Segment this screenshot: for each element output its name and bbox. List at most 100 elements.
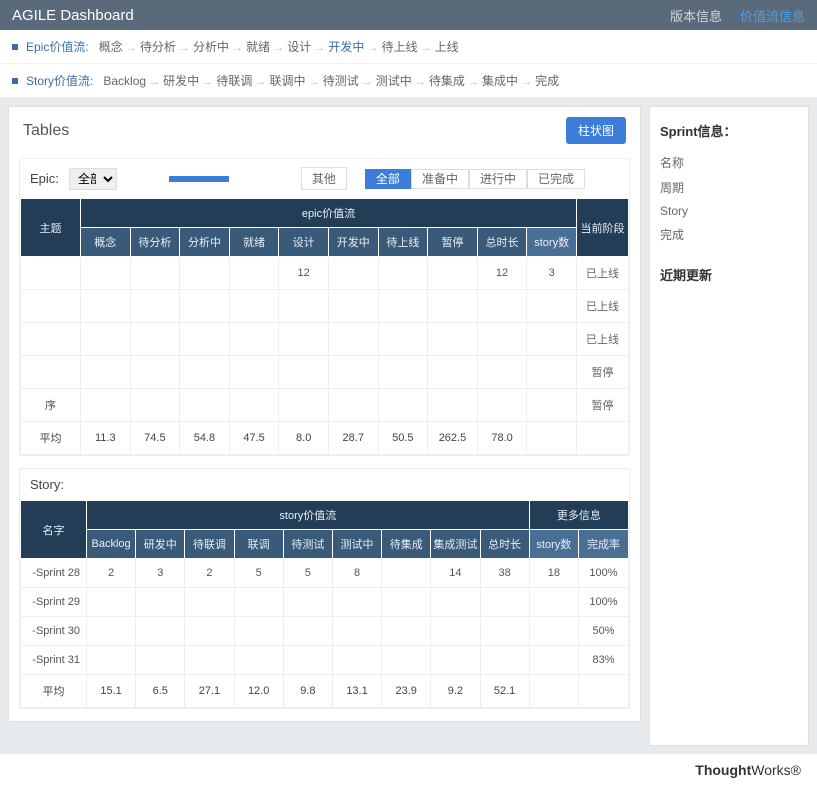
cell bbox=[529, 646, 578, 675]
cell bbox=[480, 617, 529, 646]
arrow-icon: → bbox=[418, 42, 435, 54]
cell: 2 bbox=[185, 559, 234, 588]
th-col: 待上线 bbox=[378, 228, 428, 257]
cell: 13.1 bbox=[332, 675, 381, 708]
cell-state: 已上线 bbox=[577, 257, 629, 290]
table-row[interactable]: 已上线 bbox=[21, 323, 629, 356]
flow-step[interactable]: 设计 bbox=[287, 40, 311, 54]
th-col: 待分析 bbox=[130, 228, 180, 257]
epic-table: 主题 epic价值流 当前阶段 概念待分析分析中就绪设计开发中待上线暂停总时长s… bbox=[20, 198, 629, 455]
flow-step[interactable]: 待上线 bbox=[382, 40, 418, 54]
cell: 9.2 bbox=[431, 675, 480, 708]
flow-step[interactable]: 分析中 bbox=[193, 40, 229, 54]
arrow-icon: → bbox=[465, 76, 482, 88]
table-row[interactable]: 已上线 bbox=[21, 290, 629, 323]
cell bbox=[136, 646, 185, 675]
flow-step[interactable]: 概念 bbox=[99, 40, 123, 54]
cell-name bbox=[21, 257, 81, 290]
flow-step[interactable]: 就绪 bbox=[246, 40, 270, 54]
chart-button[interactable]: 柱状图 bbox=[566, 117, 626, 144]
arrow-icon: → bbox=[311, 42, 328, 54]
cell bbox=[81, 389, 131, 422]
cell: 47.5 bbox=[229, 422, 279, 455]
table-row[interactable]: -Sprint 29100% bbox=[21, 588, 629, 617]
cell bbox=[136, 617, 185, 646]
flow-step[interactable]: 待集成 bbox=[429, 74, 465, 88]
sidebar: Sprint信息： 名称周期Story完成 近期更新 bbox=[649, 106, 809, 746]
th-col: 总时长 bbox=[480, 530, 529, 559]
cell bbox=[279, 389, 329, 422]
cell: 262.5 bbox=[428, 422, 478, 455]
cell: 74.5 bbox=[130, 422, 180, 455]
epic-filter-tab[interactable]: 已完成 bbox=[527, 169, 585, 189]
table-row[interactable]: 序暂停 bbox=[21, 389, 629, 422]
cell bbox=[477, 356, 527, 389]
flow-step[interactable]: 测试中 bbox=[376, 74, 412, 88]
cell bbox=[87, 588, 136, 617]
cell bbox=[185, 588, 234, 617]
cell: 9.8 bbox=[283, 675, 332, 708]
arrow-icon: → bbox=[270, 42, 287, 54]
cell bbox=[378, 257, 428, 290]
th-name: 名字 bbox=[21, 501, 87, 559]
flow-step[interactable]: 完成 bbox=[535, 74, 559, 88]
link-valueflow[interactable]: 价值流信息 bbox=[740, 6, 805, 25]
flow-step[interactable]: 研发中 bbox=[163, 74, 199, 88]
arrow-icon: → bbox=[252, 76, 269, 88]
table-row[interactable]: 暂停 bbox=[21, 356, 629, 389]
th-col: 设计 bbox=[279, 228, 329, 257]
cell bbox=[332, 588, 381, 617]
epic-other-tab[interactable]: 其他 bbox=[301, 167, 347, 190]
dot-icon bbox=[12, 44, 18, 50]
flow-step[interactable]: 联调中 bbox=[269, 74, 305, 88]
cell: 12 bbox=[279, 257, 329, 290]
cell: 28.7 bbox=[328, 422, 378, 455]
th-col: 概念 bbox=[81, 228, 131, 257]
table-row[interactable]: -Sprint 3183% bbox=[21, 646, 629, 675]
reg-icon: ® bbox=[791, 762, 801, 778]
th-col: 联调 bbox=[234, 530, 283, 559]
cell: 3 bbox=[136, 559, 185, 588]
th-col: 完成率 bbox=[579, 530, 629, 559]
th-col: 集成测试 bbox=[431, 530, 480, 559]
epic-filter-tab[interactable]: 进行中 bbox=[469, 169, 527, 189]
cell bbox=[527, 356, 577, 389]
flow-step[interactable]: 上线 bbox=[435, 40, 459, 54]
table-row[interactable]: -Sprint 28232558143818100% bbox=[21, 559, 629, 588]
epic-select[interactable]: 全部 bbox=[69, 168, 117, 190]
cell bbox=[234, 617, 283, 646]
flow-step[interactable]: 开发中 bbox=[328, 40, 364, 54]
epic-filter-tab[interactable]: 准备中 bbox=[411, 169, 469, 189]
cell-name bbox=[21, 290, 81, 323]
flow-step[interactable]: 集成中 bbox=[482, 74, 518, 88]
flow-step[interactable]: 待联调 bbox=[216, 74, 252, 88]
arrow-icon: → bbox=[199, 76, 216, 88]
cell bbox=[279, 356, 329, 389]
arrow-icon: → bbox=[123, 42, 140, 54]
cell-state: 已上线 bbox=[577, 290, 629, 323]
tables-panel: Tables 柱状图 Epic: 全部 其他 全部准备中进行中已完成 bbox=[8, 106, 641, 722]
avg-row: 平均15.16.527.112.09.813.123.99.252.1 bbox=[21, 675, 629, 708]
flow-step[interactable]: 待分析 bbox=[140, 40, 176, 54]
flow-step[interactable]: Backlog bbox=[103, 74, 146, 88]
cell: 27.1 bbox=[185, 675, 234, 708]
cell bbox=[328, 356, 378, 389]
th-col: 总时长 bbox=[477, 228, 527, 257]
flow-step[interactable]: 待测试 bbox=[323, 74, 359, 88]
table-row[interactable]: -Sprint 3050% bbox=[21, 617, 629, 646]
app-header: AGILE Dashboard 版本信息 价值流信息 bbox=[0, 0, 817, 30]
cell bbox=[529, 617, 578, 646]
cell: 100% bbox=[579, 588, 629, 617]
link-version[interactable]: 版本信息 bbox=[670, 6, 722, 25]
cell: 38 bbox=[480, 559, 529, 588]
cell-name bbox=[21, 323, 81, 356]
cell: 50.5 bbox=[378, 422, 428, 455]
cell-state: 已上线 bbox=[577, 323, 629, 356]
arrow-icon: → bbox=[305, 76, 322, 88]
th-col: Backlog bbox=[87, 530, 136, 559]
cell bbox=[477, 389, 527, 422]
epic-filter-tab[interactable]: 全部 bbox=[365, 169, 411, 189]
epic-sub-panel: Epic: 全部 其他 全部准备中进行中已完成 bbox=[19, 158, 630, 456]
table-row[interactable]: 12123已上线 bbox=[21, 257, 629, 290]
th-col: 待集成 bbox=[382, 530, 431, 559]
